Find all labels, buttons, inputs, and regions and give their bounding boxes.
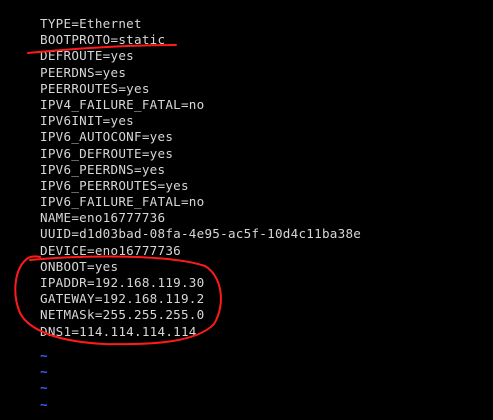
ifcfg-config-text[interactable]: TYPE=Ethernet BOOTPROTO=static DEFROUTE=… <box>40 16 361 340</box>
config-line-peerroutes: PEERROUTES=yes <box>40 80 150 96</box>
config-line-type: TYPE=Ethernet <box>40 16 142 31</box>
config-line-name: NAME=eno16777736 <box>40 210 166 226</box>
vi-editor-window[interactable]: TYPE=Ethernet BOOTPROTO=static DEFROUTE=… <box>0 0 493 420</box>
config-line-ipv6-peerroutes: IPV6_PEERROUTES=yes <box>40 177 189 193</box>
config-line-netmask: NETMASk=255.255.255.0 <box>40 307 205 323</box>
config-line-bootproto: BOOTPROTO=static <box>40 32 166 48</box>
config-line-ipv4-failure-fatal: IPV4_FAILURE_FATAL=no <box>40 96 205 112</box>
config-line-onboot: ONBOOT=yes <box>40 258 119 274</box>
config-line-device: DEVICE=eno16777736 <box>40 242 181 258</box>
config-line-uuid: UUID=d1d03bad-08fa-4e95-ac5f-10d4c11ba38… <box>40 226 362 242</box>
config-line-ipv6-autoconf: IPV6_AUTOCONF=yes <box>40 129 174 145</box>
empty-line-marker: ~ <box>40 348 48 363</box>
config-line-gateway: GATEWAY=192.168.119.2 <box>40 291 205 307</box>
config-line-defroute: DEFROUTE=yes <box>40 48 134 64</box>
config-line-ipv6-peerdns: IPV6_PEERDNS=yes <box>40 161 166 177</box>
config-line-ipv6-failure-fatal: IPV6_FAILURE_FATAL=no <box>40 194 205 210</box>
empty-line-marker: ~ <box>40 364 48 380</box>
config-line-ipv6-defroute: IPV6_DEFROUTE=yes <box>40 145 174 161</box>
config-line-dns1: DNS1=114.114.114.114 <box>40 323 197 339</box>
config-line-ipaddr: IPADDR=192.168.119.30 <box>40 275 205 290</box>
config-line-peerdns: PEERDNS=yes <box>40 64 127 80</box>
config-line-ipv6init: IPV6INIT=yes <box>40 113 134 129</box>
empty-line-marker: ~ <box>40 380 48 396</box>
empty-buffer-markers: ~ ~ ~ ~ <box>40 348 48 413</box>
empty-line-marker: ~ <box>40 396 48 412</box>
